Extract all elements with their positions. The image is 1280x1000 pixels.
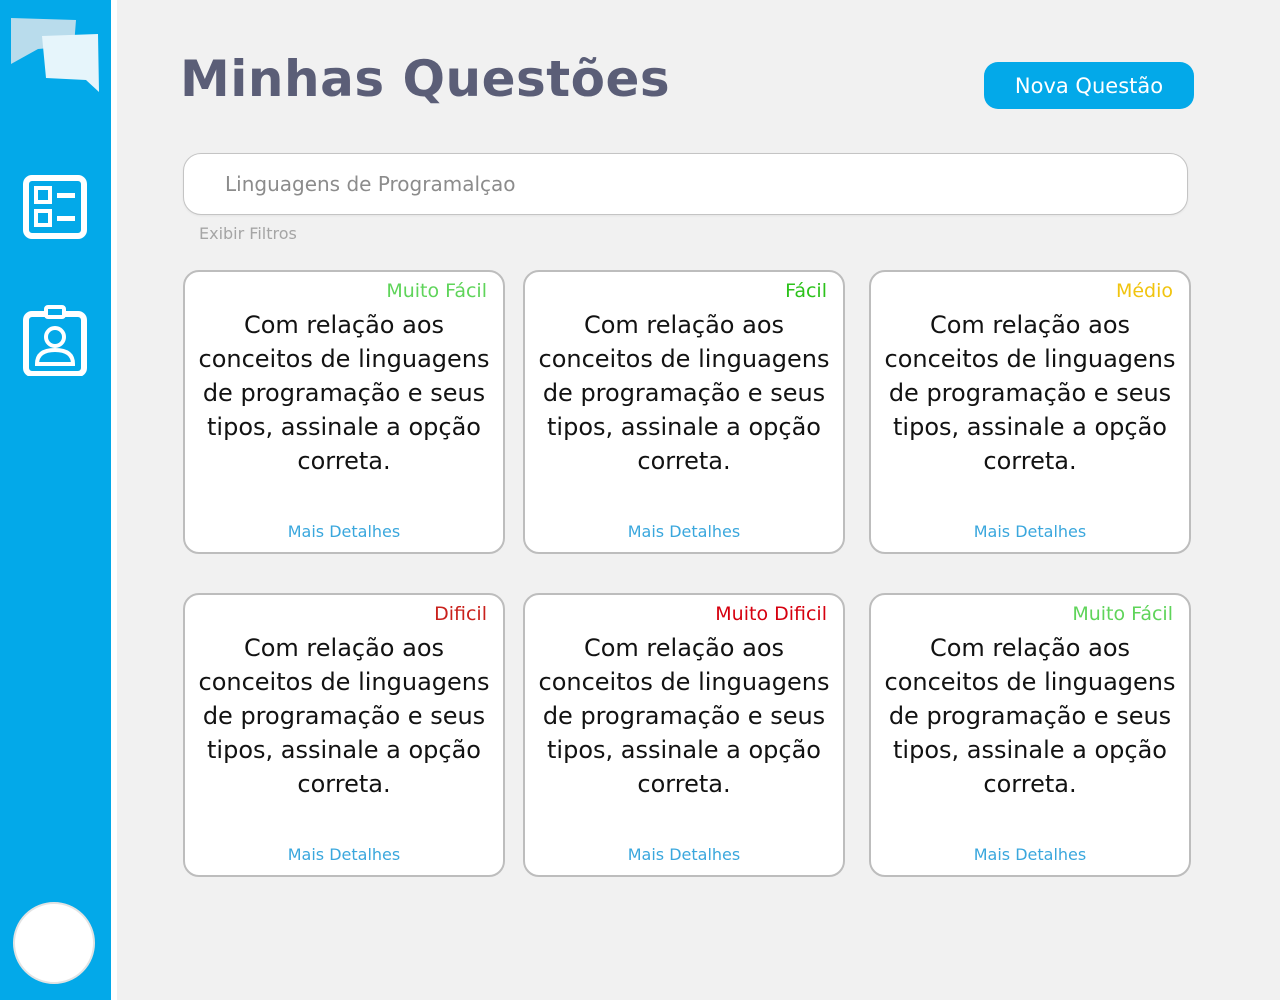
difficulty-label: Médio [1115,280,1173,302]
question-card[interactable]: Muito Dificil Com relação aos conceitos … [523,593,845,877]
difficulty-label: Fácil [785,280,827,302]
question-text: Com relação aos conceitos de linguagens … [884,311,1176,475]
question-text: Com relação aos conceitos de linguagens … [538,311,830,475]
sidebar [0,0,111,1000]
question-text: Com relação aos conceitos de linguagens … [884,634,1176,798]
more-details-link[interactable]: Mais Detalhes [871,522,1189,541]
search-input[interactable]: Linguagens de Programalçao [183,153,1188,215]
difficulty-label: Muito Fácil [1072,603,1173,625]
nav-profile-button[interactable] [22,304,90,377]
nav-questions-button[interactable] [22,172,90,244]
difficulty-label: Muito Dificil [715,603,827,625]
more-details-link[interactable]: Mais Detalhes [525,845,843,864]
difficulty-label: Muito Fácil [386,280,487,302]
search-value: Linguagens de Programalçao [225,172,516,196]
question-card[interactable]: Fácil Com relação aos conceitos de lingu… [523,270,845,554]
question-text: Com relação aos conceitos de linguagens … [198,311,490,475]
more-details-link[interactable]: Mais Detalhes [185,522,503,541]
user-avatar-icon[interactable] [13,902,95,984]
show-filters-link[interactable]: Exibir Filtros [199,224,297,243]
question-text: Com relação aos conceitos de linguagens … [538,634,830,798]
question-card[interactable]: Dificil Com relação aos conceitos de lin… [183,593,505,877]
sidebar-divider [111,0,117,1000]
more-details-link[interactable]: Mais Detalhes [185,845,503,864]
more-details-link[interactable]: Mais Detalhes [871,845,1189,864]
question-list-icon [23,175,87,239]
more-details-link[interactable]: Mais Detalhes [525,522,843,541]
difficulty-label: Dificil [434,603,487,625]
question-card[interactable]: Médio Com relação aos conceitos de lingu… [869,270,1191,554]
question-card[interactable]: Muito Fácil Com relação aos conceitos de… [183,270,505,554]
question-text: Com relação aos conceitos de linguagens … [198,634,490,798]
id-badge-icon [23,305,87,377]
page-title: Minhas Questões [180,50,671,108]
question-card[interactable]: Muito Fácil Com relação aos conceitos de… [869,593,1191,877]
chat-bubbles-icon [8,14,104,94]
new-question-button[interactable]: Nova Questão [984,62,1194,109]
